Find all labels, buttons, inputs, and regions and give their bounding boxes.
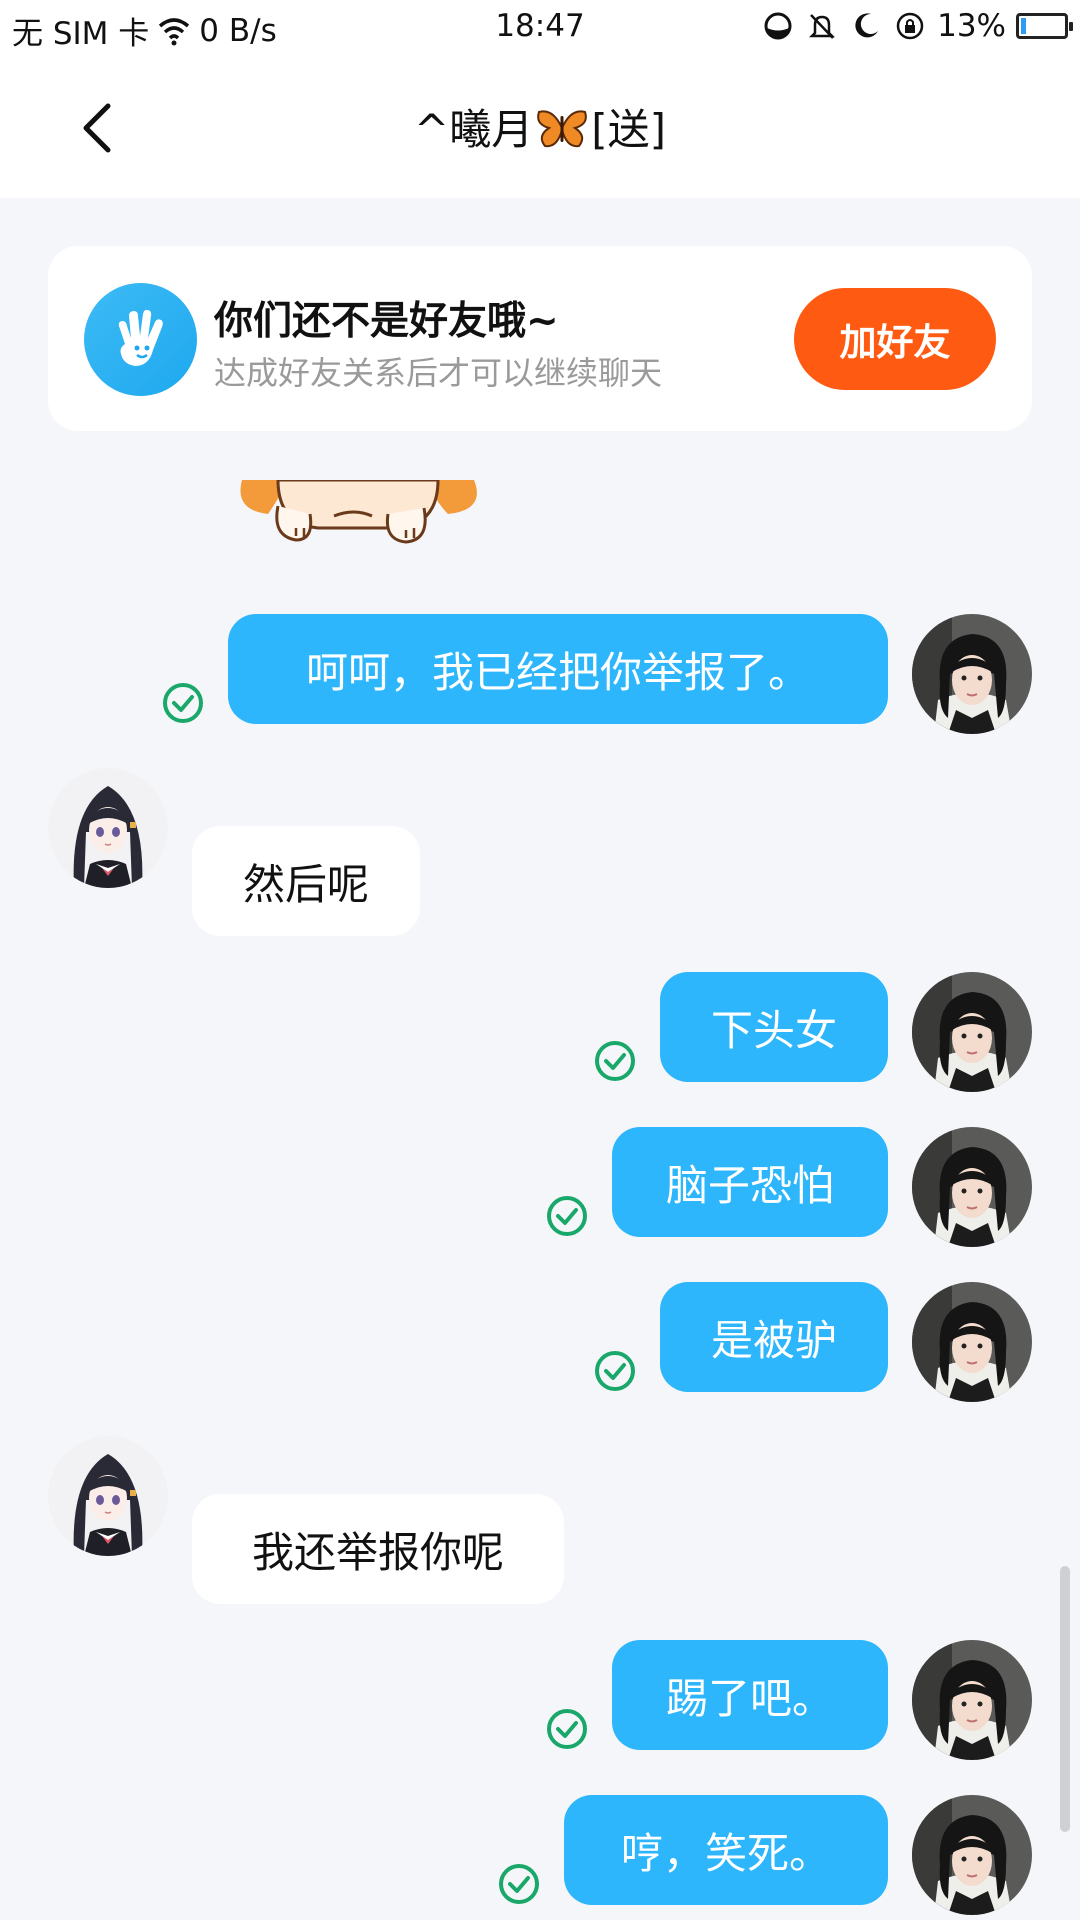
incoming-message[interactable]: 然后呢 xyxy=(192,826,420,936)
outgoing-message[interactable]: 是被驴 xyxy=(660,1282,888,1392)
scrollbar[interactable] xyxy=(1060,1566,1070,1832)
my-avatar[interactable] xyxy=(912,1795,1032,1915)
not-friends-card: 你们还不是好友哦~ 达成好友关系后才可以继续聊天 加好友 xyxy=(48,246,1032,431)
chat-title-tag: [送] xyxy=(591,105,666,154)
rotation-lock-icon xyxy=(893,9,927,43)
outgoing-message[interactable]: 呵呵，我已经把你举报了。 xyxy=(228,614,888,724)
wave-hand-icon xyxy=(84,283,197,396)
contact-avatar[interactable] xyxy=(48,1436,168,1556)
my-avatar[interactable] xyxy=(912,972,1032,1092)
data-saver-icon xyxy=(761,9,795,43)
chat-title: ^曦月 [送] xyxy=(0,96,1080,160)
my-avatar[interactable] xyxy=(912,1640,1032,1760)
moon-icon xyxy=(849,9,883,43)
read-check-icon xyxy=(547,1709,587,1749)
not-friends-title: 你们还不是好友哦~ xyxy=(214,299,559,344)
read-check-icon xyxy=(163,683,203,723)
sticker-image[interactable] xyxy=(238,480,478,560)
my-avatar[interactable] xyxy=(912,1282,1032,1402)
read-check-icon xyxy=(547,1196,587,1236)
my-avatar[interactable] xyxy=(912,614,1032,734)
my-avatar[interactable] xyxy=(912,1127,1032,1247)
chat-title-name: ^曦月 xyxy=(414,105,534,154)
outgoing-message[interactable]: 下头女 xyxy=(660,972,888,1082)
mute-bell-icon xyxy=(805,9,839,43)
not-friends-subtitle: 达成好友关系后才可以继续聊天 xyxy=(214,354,663,392)
outgoing-message[interactable]: 踢了吧。 xyxy=(612,1640,888,1750)
butterfly-icon xyxy=(535,106,589,160)
read-check-icon xyxy=(499,1864,539,1904)
add-friend-button[interactable]: 加好友 xyxy=(794,288,996,390)
outgoing-message[interactable]: 脑子恐怕 xyxy=(612,1127,888,1237)
battery-percent: 13% xyxy=(937,8,1006,44)
read-check-icon xyxy=(595,1041,635,1081)
outgoing-message[interactable]: 哼，笑死。 xyxy=(564,1795,888,1905)
incoming-message[interactable]: 我还举报你呢 xyxy=(192,1494,564,1604)
contact-avatar[interactable] xyxy=(48,768,168,888)
nav-bar: ^曦月 [送] xyxy=(0,56,1080,198)
read-check-icon xyxy=(595,1351,635,1391)
status-bar: 无 SIM 卡 0 B/s 18:47 13% xyxy=(0,0,1080,56)
battery-icon xyxy=(1016,13,1073,39)
